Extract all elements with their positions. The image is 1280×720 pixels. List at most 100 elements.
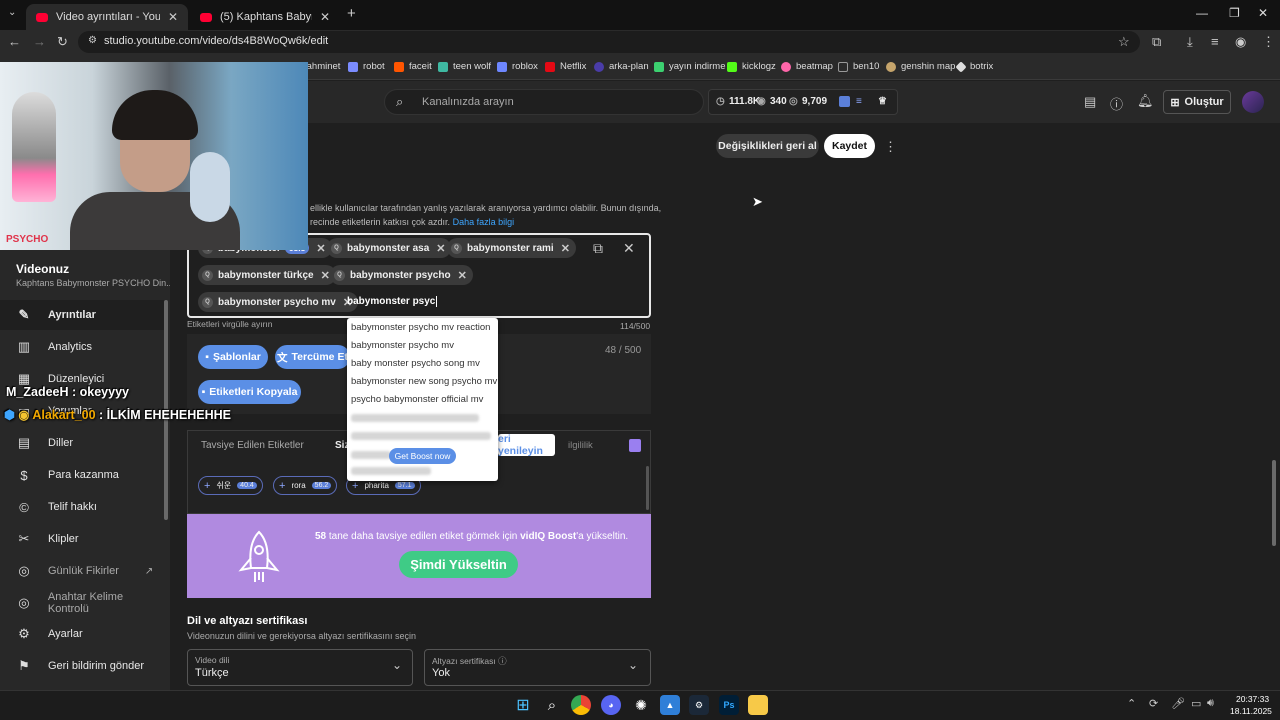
bookmark-arka-plan[interactable]: arka-plan — [594, 61, 649, 72]
save-button[interactable]: Kaydet — [824, 134, 875, 158]
vidiq-icon[interactable] — [839, 96, 850, 107]
clock-time[interactable]: 20:37:33 — [1236, 694, 1269, 704]
chrome-icon[interactable] — [571, 695, 591, 715]
autocomplete-item[interactable]: psycho babymonster official mv — [351, 394, 483, 405]
sidebar-item-feedback[interactable]: ⚑ Geri bildirim gönder — [0, 651, 166, 681]
undo-changes-button[interactable]: Değişiklikleri geri al — [716, 134, 819, 158]
clear-tags-icon[interactable]: ✕ — [623, 240, 635, 257]
kick-icon: ⬢ — [4, 408, 15, 422]
tab-relevance[interactable]: ilgililik — [568, 440, 593, 451]
profile-icon[interactable]: ◉ — [1235, 34, 1246, 50]
forward-icon[interactable]: → — [33, 34, 46, 49]
bookmark-botrix[interactable]: botrix — [955, 60, 993, 73]
remove-tag-icon[interactable]: ✕ — [436, 242, 445, 255]
bookmark-tahminet[interactable]: tahminet — [304, 61, 340, 72]
browser-tab-video[interactable]: (5) Kaphtans Babymonster PSYCHO ✕ — [190, 4, 340, 30]
clock-date[interactable]: 18.11.2025 — [1230, 706, 1272, 716]
autocomplete-item[interactable]: babymonster psycho mv reaction — [351, 322, 490, 333]
video-language-value: Türkçe — [195, 667, 229, 679]
translate-button[interactable]: 文 Tercüme Et — [275, 345, 350, 369]
bookmark-faceit[interactable]: faceit — [394, 61, 432, 72]
copy-icon[interactable]: ⧉ — [593, 240, 603, 257]
avatar[interactable] — [1242, 91, 1264, 113]
tray-chevron-icon[interactable]: ⌃ — [1127, 697, 1136, 710]
volume-icon[interactable]: 🔊︎ — [1207, 697, 1214, 710]
refresh-button[interactable]: eri yenileyin — [498, 433, 555, 457]
bookmark-netflix[interactable]: Netflix — [545, 61, 586, 72]
notifications-icon[interactable]: 🔔︎ — [1137, 93, 1154, 109]
get-boost-button[interactable]: Get Boost now — [389, 448, 456, 464]
bookmark-beatmap[interactable]: beatmap — [781, 61, 833, 72]
create-button[interactable]: ⊞ Oluştur — [1163, 90, 1231, 114]
extensions-icon[interactable]: ⧉ — [1152, 34, 1161, 50]
steam-icon[interactable]: ⚙ — [689, 695, 709, 715]
autocomplete-item[interactable]: babymonster psycho mv — [351, 340, 454, 351]
close-window-icon[interactable]: ✕ — [1258, 6, 1268, 20]
bookmark-roblox[interactable]: roblox — [497, 61, 538, 72]
page-scrollbar[interactable] — [1272, 460, 1276, 546]
windows-start-icon[interactable]: ⊞ — [513, 695, 533, 715]
menu-icon[interactable]: ⋮ — [1262, 34, 1275, 50]
chatgpt-icon[interactable]: ✺ — [631, 695, 651, 715]
remove-tag-icon[interactable]: ✕ — [561, 242, 570, 255]
bookmark-genshin-map[interactable]: genshin map — [886, 61, 955, 72]
recommended-scrollbar[interactable] — [646, 466, 649, 510]
scissors-icon: ✂ — [18, 531, 30, 546]
sidebar-item-keyword-check[interactable]: ◎ Anahtar Kelime Kontrolü — [0, 588, 166, 618]
sidebar-item-monetization[interactable]: $ Para kazanma — [0, 460, 166, 490]
close-tab-icon[interactable]: ✕ — [320, 10, 330, 24]
network-icon[interactable]: ▭ — [1191, 697, 1201, 710]
bookmark-teen-wolf[interactable]: teen wolf — [438, 61, 491, 72]
bookmark-robot[interactable]: robot — [348, 61, 385, 72]
learn-more-link[interactable]: Daha fazla bilgi — [453, 217, 515, 227]
tab-search-icon[interactable]: ⌄ — [8, 7, 16, 18]
templates-button[interactable]: ▪ Şablonlar — [198, 345, 268, 369]
back-icon[interactable]: ← — [8, 34, 21, 49]
recommended-tag[interactable]: + 쉬운 40.4 — [198, 476, 263, 495]
minimize-icon[interactable]: — — [1196, 6, 1208, 20]
browser-tab-studio[interactable]: Video ayrıntıları - YouTube Studio ✕ — [26, 4, 188, 30]
remove-tag-icon[interactable]: ✕ — [316, 242, 325, 255]
captions-icon[interactable]: ▤ — [1084, 94, 1096, 110]
discord-icon[interactable]: ◕ — [601, 695, 621, 715]
autocomplete-item[interactable]: babymonster new song psycho mv — [351, 376, 497, 387]
tag-text-input[interactable]: babymonster psyc — [347, 296, 438, 307]
close-tab-icon[interactable]: ✕ — [168, 10, 178, 24]
list-icon[interactable]: ≡ — [856, 96, 862, 107]
site-info-icon[interactable]: ⚙ — [88, 35, 97, 46]
remove-tag-icon[interactable]: ✕ — [321, 269, 330, 282]
mic-icon[interactable]: 🎤︎ — [1171, 697, 1185, 710]
bookmark-kicklogz[interactable]: kicklogz — [727, 61, 776, 72]
media-icon[interactable]: ≡ — [1211, 34, 1219, 49]
copy-tags-button[interactable]: ▪ Etiketleri Kopyala — [198, 380, 301, 404]
remove-tag-icon[interactable]: ✕ — [458, 269, 467, 282]
photoshop-icon[interactable]: Ps — [719, 695, 739, 715]
photos-icon[interactable]: ▲ — [660, 695, 680, 715]
sidebar-item-analytics[interactable]: ▥ Analytics — [0, 332, 166, 362]
sidebar-item-copyright[interactable]: © Telif hakkı — [0, 492, 166, 522]
download-icon[interactable]: ⤓ — [1187, 34, 1193, 50]
new-tab-button[interactable]: + — [347, 5, 356, 22]
create-icon: ⊞ — [1170, 96, 1180, 109]
sidebar-item-languages[interactable]: ▤ Diller — [0, 428, 166, 458]
sidebar-item-daily-ideas[interactable]: ◎ Günlük Fikirler ↗ — [0, 556, 166, 586]
autocomplete-item[interactable]: baby monster psycho song mv — [351, 358, 480, 369]
sidebar-item-settings[interactable]: ⚙ Ayarlar — [0, 619, 166, 649]
reload-icon[interactable]: ↻ — [57, 34, 68, 50]
maximize-icon[interactable]: ❐ — [1229, 6, 1240, 20]
sync-icon[interactable]: ⟳ — [1149, 697, 1158, 710]
help-icon[interactable]: ⓘ — [1110, 94, 1123, 113]
bookmark-star-icon[interactable]: ☆ — [1118, 34, 1130, 50]
search-icon[interactable]: ⌕ — [542, 695, 562, 715]
tab-recommended[interactable]: Tavsiye Edilen Etiketler — [201, 440, 304, 451]
recommended-tag[interactable]: + rora 56.2 — [273, 476, 338, 495]
bookmark-yayin-indirme[interactable]: yayın indirme — [654, 61, 726, 72]
help-icon[interactable]: ⓘ — [498, 656, 507, 666]
trophy-icon[interactable]: ♕ — [878, 96, 887, 107]
sidebar-item-clips[interactable]: ✂ Klipler — [0, 524, 166, 554]
bookmark-ben10[interactable]: ben10 — [838, 61, 879, 72]
more-options-icon[interactable]: ⋮ — [884, 139, 897, 155]
upgrade-now-button[interactable]: Şimdi Yükseltin — [399, 551, 518, 578]
sidebar-item-details[interactable]: ✎ Ayrıntılar — [0, 300, 166, 330]
file-explorer-icon[interactable] — [748, 695, 768, 715]
